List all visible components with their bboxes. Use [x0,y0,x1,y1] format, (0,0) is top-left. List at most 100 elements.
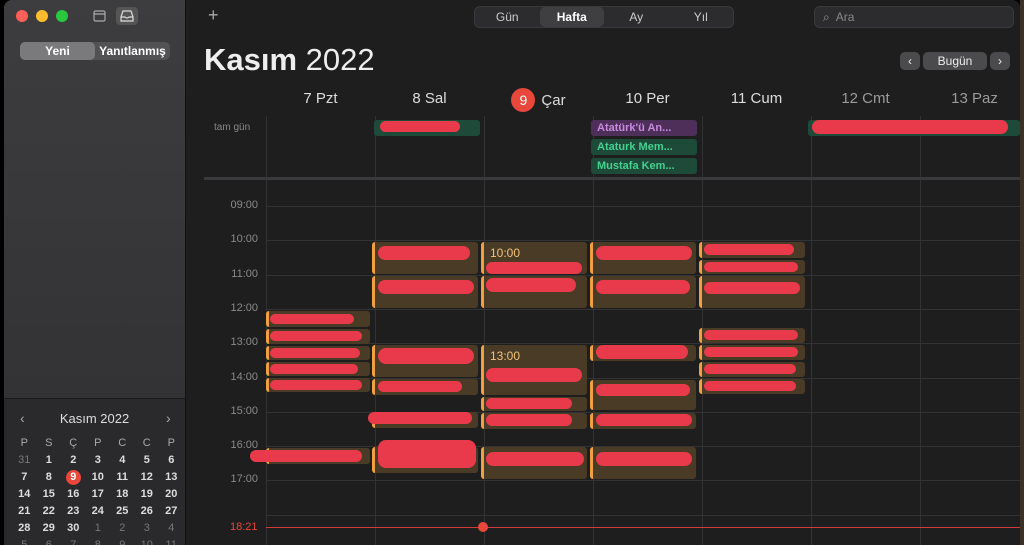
mini-day[interactable]: 11 [110,469,135,486]
minimize-window-button[interactable] [36,10,48,22]
redaction-mark [596,452,692,466]
mini-day[interactable]: 8 [37,469,62,486]
calendars-list-button[interactable] [88,7,110,25]
mini-day[interactable]: 7 [61,537,86,545]
mini-day[interactable]: 3 [86,452,111,469]
mini-day[interactable]: 9 [110,537,135,545]
mini-day[interactable]: 6 [37,537,62,545]
view-tab[interactable]: Yıl [669,7,734,27]
mini-day[interactable]: 30 [61,520,86,537]
mini-weekday: P [94,437,102,449]
mini-day[interactable]: 17 [86,486,111,503]
day-header[interactable]: 9 Çar [484,88,593,112]
hour-gridline [266,206,1020,207]
mini-day[interactable]: 3 [135,520,160,537]
redaction-mark [704,262,798,272]
mini-day[interactable]: 1 [37,452,62,469]
mini-day[interactable]: 21 [12,503,37,520]
allday-event[interactable]: Ataturk Mem... [591,139,697,155]
mini-day[interactable]: 23 [61,503,86,520]
mini-day[interactable]: 15 [37,486,62,503]
day-name: Per [646,90,670,107]
mini-day[interactable]: 14 [12,486,37,503]
mini-day[interactable]: 13 [159,469,184,486]
inbox-button[interactable] [116,7,138,25]
mini-day[interactable]: 26 [135,503,160,520]
previous-week-button[interactable]: ‹ [900,52,920,70]
mini-day[interactable]: 7 [12,469,37,486]
close-window-button[interactable] [16,10,28,22]
year-title: 2022 [305,42,375,77]
mini-weekday: C [142,437,151,449]
redaction-mark [704,244,794,255]
redaction-mark [812,120,1008,134]
event-time: 13:00 [490,349,521,363]
mini-day[interactable]: 12 [135,469,160,486]
mini-day[interactable]: 6 [159,452,184,469]
search-field[interactable]: ⌕ Ara [814,6,1014,28]
mini-day[interactable]: 4 [159,520,184,537]
mini-day[interactable]: 9 [61,469,86,486]
redaction-mark [704,364,796,374]
redaction-mark [596,345,688,359]
hour-label: 17:00 [230,473,258,486]
mini-day[interactable]: 19 [135,486,160,503]
day-name: Çar [541,92,566,109]
redaction-mark [704,330,798,340]
mini-weekday: P [167,437,175,449]
redaction-mark [486,452,584,466]
add-event-button[interactable]: + [208,5,219,26]
segment-new[interactable]: Yeni [20,42,95,60]
mini-day[interactable]: 4 [110,452,135,469]
next-week-button[interactable]: › [990,52,1010,70]
day-header[interactable]: 11 Cum [702,90,811,112]
day-header[interactable]: 12 Cmt [811,90,920,112]
view-tab[interactable]: Gün [475,7,540,27]
current-time-line [266,527,1020,528]
zoom-window-button[interactable] [56,10,68,22]
view-tab[interactable]: Ay [604,7,669,27]
day-header[interactable]: 7 Pzt [266,90,375,112]
mini-day[interactable]: 2 [110,520,135,537]
redaction-mark [250,450,362,462]
mini-day[interactable]: 1 [86,520,111,537]
mini-day[interactable]: 10 [135,537,160,545]
mini-day[interactable]: 5 [135,452,160,469]
mini-weekday: Ç [69,437,78,449]
redaction-mark [596,280,690,294]
mini-day[interactable]: 29 [37,520,62,537]
hour-label: 15:00 [230,404,258,417]
mini-day[interactable]: 2 [61,452,86,469]
mini-calendar-grid: P S Ç P C C P 31 1 2 3 4 5 6 7 8 9 10 11 12 13 14 15 16 17 18 19 20… [12,435,182,545]
mini-next-month-button[interactable]: › [166,410,171,426]
mini-calendar-title: Kasım 2022 [59,411,130,426]
mini-day[interactable]: 27 [159,503,184,520]
page-title: Kasım 2022 [204,42,375,78]
mini-day[interactable]: 25 [110,503,135,520]
redaction-mark [486,398,572,409]
mini-day[interactable]: 11 [159,537,184,545]
mini-day[interactable]: 18 [110,486,135,503]
redaction-mark [270,348,360,358]
mini-day[interactable]: 16 [61,486,86,503]
mini-day[interactable]: 8 [86,537,111,545]
today-button[interactable]: Bugün [923,52,987,70]
day-number: 8 [412,90,421,107]
mini-day[interactable]: 24 [86,503,111,520]
all-day-label: tam gün [214,122,251,133]
today-badge: 9 [511,88,536,112]
segment-replied[interactable]: Yanıtlanmış [95,42,170,60]
mini-day[interactable]: 28 [12,520,37,537]
day-header[interactable]: 13 Paz [920,90,1020,112]
mini-day[interactable]: 5 [12,537,37,545]
allday-event[interactable]: Atatürk'ü An... [591,120,697,136]
day-header[interactable]: 10 Per [593,90,702,112]
allday-event[interactable]: Mustafa Kem... [591,158,697,174]
view-tab[interactable]: Hafta [539,7,604,27]
mini-day[interactable]: 31 [12,452,37,469]
mini-day[interactable]: 20 [159,486,184,503]
mini-day[interactable]: 10 [86,469,111,486]
day-name: Sal [424,90,447,107]
day-header[interactable]: 8 Sal [375,90,484,112]
mini-day[interactable]: 22 [37,503,62,520]
